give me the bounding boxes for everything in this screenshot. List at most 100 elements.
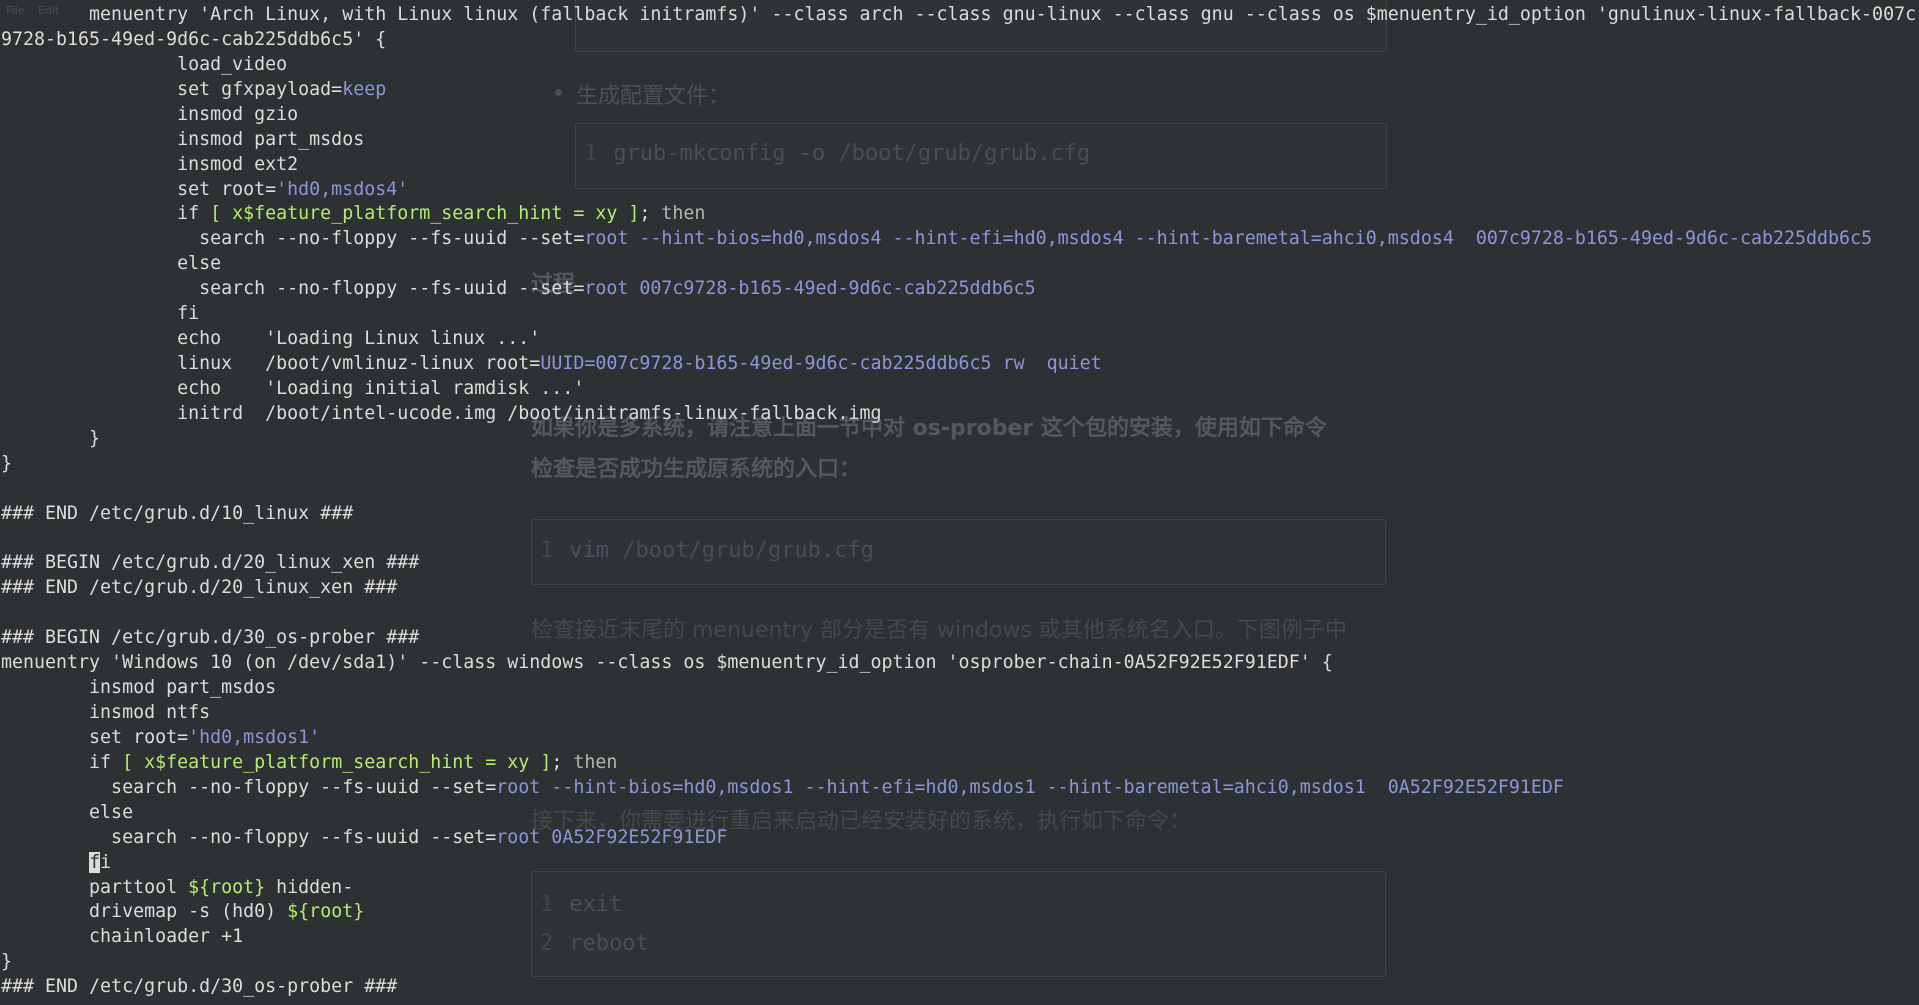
- line-number: 2: [540, 931, 554, 956]
- terminal-line: fi: [1, 851, 111, 875]
- code-text: i: [100, 851, 112, 873]
- code-line: 1 vim /boot/grub/grub.cfg: [540, 538, 874, 563]
- terminal-line: initrd /boot/intel-ucode.img /boot/initr…: [1, 402, 882, 426]
- keyword-then: then: [661, 203, 706, 225]
- string-literal: keep: [342, 78, 387, 100]
- code-text: ### END /etc/grub.d/10_linux ###: [1, 502, 354, 524]
- terminal-line: if [ x$feature_platform_search_hint = xy…: [1, 202, 705, 226]
- string-literal: root 0A52F92E52F91EDF: [496, 826, 728, 848]
- paragraph-check: 检查接近末尾的 menuentry 部分是否有 windows 或其他系统名入口…: [531, 618, 1347, 643]
- terminal-line: else: [1, 801, 133, 825]
- terminal-line: search --no-floppy --fs-uuid --set=root …: [1, 227, 1872, 251]
- code-text: chainloader +1: [1, 926, 244, 948]
- code-text: }: [1, 452, 13, 474]
- code-text: load_video: [1, 53, 288, 75]
- code-text: insmod ext2: [1, 153, 299, 175]
- code-text: ;: [639, 203, 662, 225]
- terminal-line: ### END /etc/grub.d/30_os-prober ###: [1, 975, 397, 999]
- code-text: search --no-floppy --fs-uuid --set=: [1, 278, 585, 300]
- terminal-line: search --no-floppy --fs-uuid --set=root …: [1, 277, 1036, 301]
- code-text: fi: [1, 303, 200, 325]
- terminal-line: }: [1, 950, 12, 974]
- code-path: /boot/grub/grub.cfg: [838, 141, 1091, 166]
- code-block-vim: 1 vim /boot/grub/grub.cfg: [531, 519, 1386, 585]
- code-command: reboot: [569, 931, 649, 956]
- code-text: search --no-floppy --fs-uuid --set=: [1, 826, 497, 848]
- terminal-line: linux /boot/vmlinuz-linux root=UUID=007c…: [1, 352, 1102, 376]
- code-block-reboot: 1 exit 2 reboot: [531, 871, 1386, 977]
- line-number: 1: [584, 141, 598, 166]
- terminal-line: set root='hd0,msdos1': [1, 726, 320, 750]
- text-cursor: f: [89, 851, 101, 873]
- code-text: linux /boot/vmlinuz-linux root=: [1, 353, 541, 375]
- code-flag: -o: [798, 141, 826, 166]
- terminal-line: set gfxpayload=keep: [1, 78, 386, 102]
- terminal-line: fi: [1, 302, 199, 326]
- terminal-line: search --no-floppy --fs-uuid --set=root …: [1, 826, 727, 850]
- variable-ref: ${root}: [188, 876, 266, 898]
- terminal-line: insmod part_msdos: [1, 676, 276, 700]
- code-command: grub-mkconfig: [613, 141, 786, 166]
- string-literal: root --hint-bios=hd0,msdos1 --hint-efi=h…: [496, 776, 1564, 798]
- variable-expr: [ x$feature_platform_search_hint = xy ]: [122, 751, 552, 773]
- string-literal: 'hd0,msdos4': [276, 178, 409, 200]
- code-text: search --no-floppy --fs-uuid --set=: [1, 228, 585, 250]
- code-command: vim: [569, 538, 609, 563]
- code-text: hidden-: [265, 876, 354, 898]
- code-text: initrd /boot/intel-ucode.img /boot/initr…: [1, 402, 882, 424]
- code-text: insmod part_msdos: [1, 128, 365, 150]
- code-line: 2 reboot: [540, 931, 649, 956]
- terminal-line: ### BEGIN /etc/grub.d/30_os-prober ###: [1, 626, 419, 650]
- code-text: search --no-floppy --fs-uuid --set=: [1, 776, 497, 798]
- code-text: insmod part_msdos: [1, 677, 277, 699]
- code-text: echo 'Loading initial ramdisk ...': [1, 377, 585, 399]
- terminal-line: 9728-b165-49ed-9d6c-cab225ddb6c5' {: [1, 28, 386, 52]
- code-command: exit: [569, 892, 623, 917]
- variable-ref: ${root}: [287, 901, 365, 923]
- terminal-line: parttool ${root} hidden-: [1, 876, 353, 900]
- bullet-dot: [555, 89, 562, 96]
- terminal-line: echo 'Loading initial ramdisk ...': [1, 377, 584, 401]
- terminal-line: echo 'Loading Linux linux ...': [1, 327, 540, 351]
- code-block-mkconfig: 1 grub-mkconfig -o /boot/grub/grub.cfg: [575, 123, 1387, 189]
- code-text: set gfxpayload=: [1, 78, 343, 100]
- code-text: set root=: [1, 178, 277, 200]
- code-text: 9728-b165-49ed-9d6c-cab225ddb6c5' {: [1, 28, 387, 50]
- code-text: ### BEGIN /etc/grub.d/30_os-prober ###: [1, 627, 420, 649]
- line-number: 1: [540, 538, 554, 563]
- variable-expr: [ x$feature_platform_search_hint = xy ]: [210, 203, 640, 225]
- terminal-line: insmod part_msdos: [1, 128, 364, 152]
- terminal-line: menuentry 'Arch Linux, with Linux linux …: [1, 3, 1916, 27]
- terminal-line: if [ x$feature_platform_search_hint = xy…: [1, 751, 617, 775]
- string-literal: root 007c9728-b165-49ed-9d6c-cab225ddb6c…: [584, 278, 1036, 300]
- terminal-line: }: [1, 452, 12, 476]
- terminal-line: ### BEGIN /etc/grub.d/20_linux_xen ###: [1, 551, 419, 575]
- terminal-line: insmod ntfs: [1, 701, 210, 725]
- code-text: set root=: [1, 726, 189, 748]
- terminal-line: }: [1, 427, 100, 451]
- code-text: else: [1, 801, 134, 823]
- terminal-line: insmod gzio: [1, 103, 298, 127]
- terminal-line: menuentry 'Windows 10 (on /dev/sda1)' --…: [1, 651, 1333, 675]
- keyword-then: then: [573, 751, 618, 773]
- code-text: ;: [551, 751, 574, 773]
- code-text: if: [1, 203, 211, 225]
- code-text: insmod ntfs: [1, 702, 211, 724]
- terminal-line: insmod ext2: [1, 153, 298, 177]
- code-text: }: [1, 427, 101, 449]
- code-text: ### BEGIN /etc/grub.d/20_linux_xen ###: [1, 552, 420, 574]
- code-line: 1 grub-mkconfig -o /boot/grub/grub.cfg: [584, 141, 1090, 166]
- bullet-generate-config: 生成配置文件：: [576, 84, 731, 109]
- code-text: drivemap -s (hd0): [1, 901, 288, 923]
- code-text: ### END /etc/grub.d/20_linux_xen ###: [1, 577, 398, 599]
- code-text: echo 'Loading Linux linux ...': [1, 328, 541, 350]
- terminal-line: else: [1, 252, 221, 276]
- line-number: 1: [540, 892, 554, 917]
- code-text: ### END /etc/grub.d/30_os-prober ###: [1, 976, 398, 998]
- terminal-line: search --no-floppy --fs-uuid --set=root …: [1, 776, 1564, 800]
- code-text: insmod gzio: [1, 103, 299, 125]
- terminal-line: drivemap -s (hd0) ${root}: [1, 900, 364, 924]
- string-literal: root --hint-bios=hd0,msdos4 --hint-efi=h…: [584, 228, 1873, 250]
- terminal-line: set root='hd0,msdos4': [1, 178, 408, 202]
